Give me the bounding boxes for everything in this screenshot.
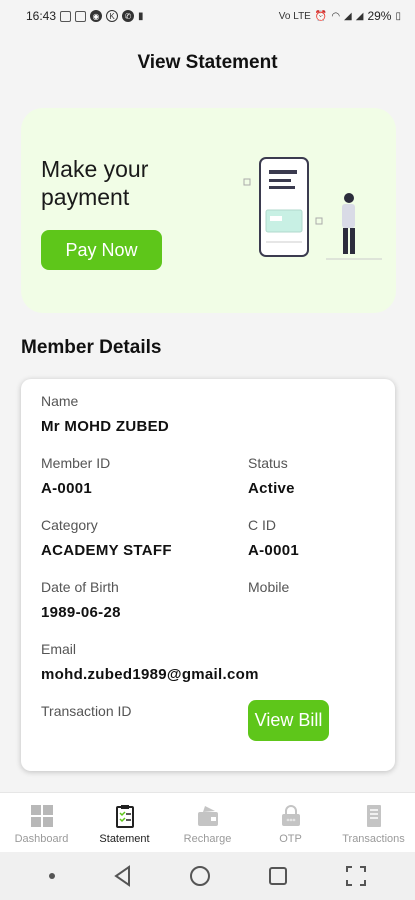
whatsapp-notification-icon: ✆	[122, 10, 135, 22]
dashboard-icon	[30, 805, 53, 827]
page-title: View Statement	[137, 52, 278, 73]
nav-item-statement[interactable]: Statement	[83, 793, 166, 852]
recents-icon[interactable]	[266, 864, 290, 888]
menu-dot-icon[interactable]	[47, 871, 57, 881]
bottom-nav: Dashboard Statement Recharge *** OTP Tra…	[0, 792, 415, 852]
back-icon[interactable]	[111, 864, 135, 888]
nav-item-recharge[interactable]: Recharge	[166, 793, 249, 852]
otp-icon: ***	[281, 805, 300, 826]
member-details-title: Member Details	[21, 337, 162, 358]
battery-saver-icon: ▮	[138, 10, 144, 22]
recharge-icon	[197, 806, 218, 826]
member-details-card: Name Mr MOHD ZUBED Member ID A-0001 Stat…	[21, 379, 395, 771]
transactions-icon	[366, 805, 381, 827]
battery-icon: ▯	[395, 10, 401, 22]
dob-label: Date of Birth	[41, 579, 119, 595]
status-bar: 16:43 ◉ K ✆ ▮ Vo LTE ⏰ ◠ ◢ ◢ 29% ▯	[0, 0, 415, 32]
nav-label-recharge: Recharge	[183, 833, 232, 845]
gallery-notification-icon	[60, 10, 72, 22]
status-label: Status	[248, 455, 288, 471]
alarm-icon: ⏰	[314, 10, 328, 22]
status-value: Active	[248, 480, 295, 497]
wifi-icon: ◠	[331, 10, 341, 22]
payment-promo-card: Make your payment Pay Now	[21, 108, 396, 313]
screenshot-icon[interactable]	[344, 864, 368, 888]
nav-label-dashboard: Dashboard	[14, 833, 69, 845]
svg-text:***: ***	[286, 818, 295, 825]
mobile-label: Mobile	[248, 579, 290, 595]
nav-label-transactions: Transactions	[342, 833, 405, 845]
category-label: Category	[41, 517, 98, 533]
status-time: 16:43	[26, 9, 57, 23]
member-id-value: A-0001	[41, 480, 92, 497]
statement-icon	[115, 805, 134, 828]
email-value: mohd.zubed1989@gmail.com	[41, 666, 259, 683]
name-value: Mr MOHD ZUBED	[41, 418, 170, 435]
nav-label-statement: Statement	[99, 833, 150, 845]
signal-icon: ◢	[344, 10, 352, 22]
transaction-id-label: Transaction ID	[41, 703, 132, 719]
nav-item-transactions[interactable]: Transactions	[332, 793, 415, 852]
member-id-label: Member ID	[41, 455, 111, 471]
nav-label-otp: OTP	[279, 833, 302, 845]
nav-item-otp[interactable]: *** OTP	[249, 793, 332, 852]
cid-label: C ID	[248, 517, 276, 533]
app-notification-icon: ◉	[90, 10, 103, 22]
cid-value: A-0001	[248, 542, 299, 559]
promo-text: Make your payment	[41, 156, 149, 210]
name-label: Name	[41, 393, 79, 409]
view-bill-button[interactable]: View Bill	[248, 700, 329, 741]
volte-icon: Vo LTE	[278, 10, 311, 22]
battery-percent: 29%	[367, 9, 392, 23]
system-nav-bar	[0, 852, 415, 900]
dob-value: 1989-06-28	[41, 604, 121, 621]
message-notification-icon	[75, 10, 87, 22]
email-label: Email	[41, 641, 77, 657]
home-icon[interactable]	[188, 864, 212, 888]
payment-illustration	[243, 157, 382, 260]
signal-2-icon: ◢	[355, 10, 364, 22]
pay-now-button[interactable]: Pay Now	[41, 230, 162, 270]
category-value: ACADEMY STAFF	[41, 542, 172, 559]
nav-item-dashboard[interactable]: Dashboard	[0, 793, 83, 852]
k-app-notification-icon: K	[106, 10, 119, 22]
